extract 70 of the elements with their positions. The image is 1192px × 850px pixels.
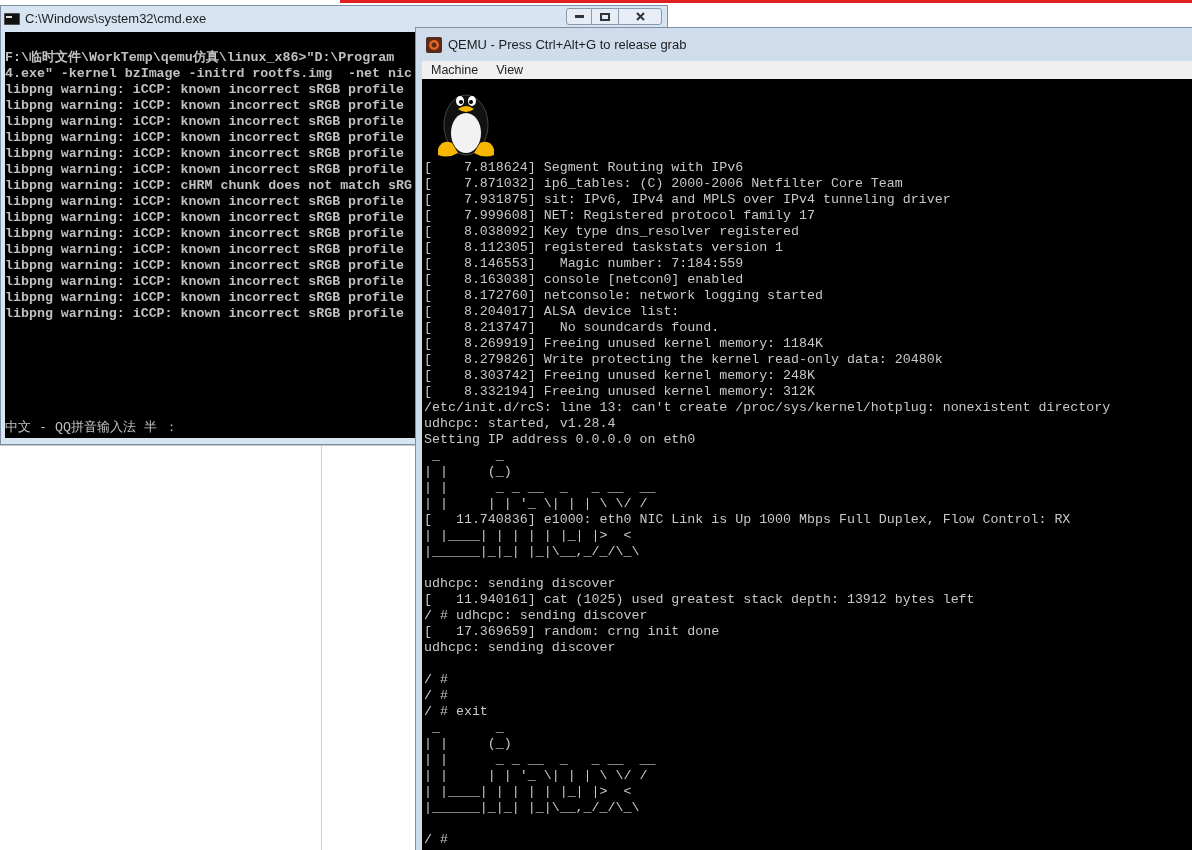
- console-line: / #: [424, 688, 448, 704]
- console-line: [ 8.269919] Freeing unused kernel memory: 1184K: [424, 336, 823, 352]
- console-line: | | | | '_ \| | | \ \/ /: [424, 496, 648, 512]
- console-line: [ 8.112305] registered taskstats version 1: [424, 240, 784, 256]
- console-app-icon: [4, 13, 20, 25]
- console-line: | | (_): [424, 464, 512, 480]
- console-line: [ 8.163038] console [netcon0] enabled: [424, 272, 744, 288]
- console-line: [ 8.038092] Key type dns_resolver registered: [424, 224, 800, 240]
- ime-status: 中文 - QQ拼音输入法 半 ：: [5, 420, 178, 436]
- console-line: 4.exe" -kernel bzImage -initrd rootfs.img -net nic: [5, 66, 412, 82]
- console-line: [ 8.332194] Freeing unused kernel memory: 312K: [424, 384, 815, 400]
- console-line: | | _ _ __ _ _ __ __: [424, 752, 656, 768]
- window-title: QEMU - Press Ctrl+Alt+G to release grab: [448, 35, 687, 54]
- console-line: |______|_|_| |_|\__,_/_/\_\: [424, 544, 640, 560]
- console-line: |______|_|_| |_|\__,_/_/\_\: [424, 800, 640, 816]
- window-title: C:\Windows\system32\cmd.exe: [25, 10, 207, 29]
- console-line: / # udhcpc: sending discover: [424, 608, 648, 624]
- console-line: | | | | '_ \| | | \ \/ /: [424, 768, 648, 784]
- console-line: udhcpc: sending discover: [424, 640, 616, 656]
- console-line: | | _ _ __ _ _ __ __: [424, 480, 656, 496]
- console-line: /etc/init.d/rcS: line 13: can't create /proc/sys/kernel/hotplug: nonexistent directory: [424, 400, 1111, 416]
- close-icon: [635, 12, 645, 21]
- console-line: libpng warning: iCCP: known incorrect sRGB profile: [5, 290, 404, 306]
- console-line: [ 8.213747] No soundcards found.: [424, 320, 720, 336]
- menu-item[interactable]: Machine: [431, 60, 479, 80]
- console-line: libpng warning: iCCP: cHRM chunk does not match sRG: [5, 178, 412, 194]
- console-line: | | (_): [424, 736, 512, 752]
- console-line: F:\临时文件\WorkTemp\qemu仿真\linux_x86>"D:\Program: [5, 50, 395, 66]
- console-line: libpng warning: iCCP: known incorrect sRGB profile: [5, 226, 404, 242]
- console-line: [ 11.940161] cat (1025) used greatest stack depth: 13912 bytes left: [424, 592, 975, 608]
- console-line: libpng warning: iCCP: known incorrect sRGB profile: [5, 274, 404, 290]
- console-line: / # exit: [424, 704, 488, 720]
- console-line: udhcpc: started, v1.28.4: [424, 416, 616, 432]
- console-line: | |____| | | | | |_| |> <: [424, 784, 632, 800]
- maximize-icon: [600, 12, 610, 21]
- console-line: libpng warning: iCCP: known incorrect sRGB profile: [5, 210, 404, 226]
- console-line: libpng warning: iCCP: known incorrect sRGB profile: [5, 242, 404, 258]
- console-line: libpng warning: iCCP: known incorrect sRGB profile: [5, 114, 404, 130]
- console-line: libpng warning: iCCP: known incorrect sRGB profile: [5, 162, 404, 178]
- console-line: libpng warning: iCCP: known incorrect sRGB profile: [5, 82, 404, 98]
- console-line: / #: [424, 832, 448, 848]
- console-line: _ _: [430, 448, 504, 464]
- console-line: [ 7.871032] ip6_tables: (C) 2000-2006 Netfilter Core Team: [424, 176, 903, 192]
- console-line: / #: [424, 672, 448, 688]
- console-line: [ 8.303742] Freeing unused kernel memory: 248K: [424, 368, 815, 384]
- maximize-button[interactable]: [592, 8, 618, 25]
- close-button[interactable]: [618, 8, 662, 25]
- console-line: libpng warning: iCCP: known incorrect sRGB profile: [5, 194, 404, 210]
- console-line: libpng warning: iCCP: known incorrect sRGB profile: [5, 258, 404, 274]
- console-line: [ 7.999608] NET: Registered protocol family 17: [424, 208, 815, 224]
- console-line: [ 11.740836] e1000: eth0 NIC Link is Up 1000 Mbps Full Duplex, Flow Control: RX: [424, 512, 1071, 528]
- console-line: udhcpc: sending discover: [424, 576, 616, 592]
- console-line: [ 8.279826] Write protecting the kernel read-only data: 20480k: [424, 352, 943, 368]
- console-line: [ 8.204017] ALSA device list:: [424, 304, 680, 320]
- app-logo-icon: [426, 36, 442, 53]
- console-line: libpng warning: iCCP: known incorrect sRGB profile: [5, 130, 404, 146]
- console-line: [ 8.172760] netconsole: network logging started: [424, 288, 823, 304]
- console-line: _ _: [430, 720, 504, 736]
- console-line: Setting IP address 0.0.0.0 on eth0: [424, 432, 696, 448]
- console-line: [ 17.369659] random: crng init done: [424, 624, 720, 640]
- console-line: [ 7.818624] Segment Routing with IPv6: [424, 160, 744, 176]
- menu-item[interactable]: View: [496, 60, 524, 80]
- minimize-button[interactable]: [566, 8, 592, 25]
- console-line: [ 7.931875] sit: IPv6, IPv4 and MPLS over IPv4 tunneling driver: [424, 192, 951, 208]
- console-line: libpng warning: iCCP: known incorrect sRGB profile: [5, 146, 404, 162]
- console-line: [ 8.146553] Magic number: 7:184:559: [424, 256, 744, 272]
- console-line: | |____| | | | | |_| |> <: [424, 528, 632, 544]
- console-line: libpng warning: iCCP: known incorrect sRGB profile: [5, 98, 404, 114]
- console-line: libpng warning: iCCP: known incorrect sRGB profile: [5, 306, 404, 322]
- minimize-icon: [574, 15, 584, 18]
